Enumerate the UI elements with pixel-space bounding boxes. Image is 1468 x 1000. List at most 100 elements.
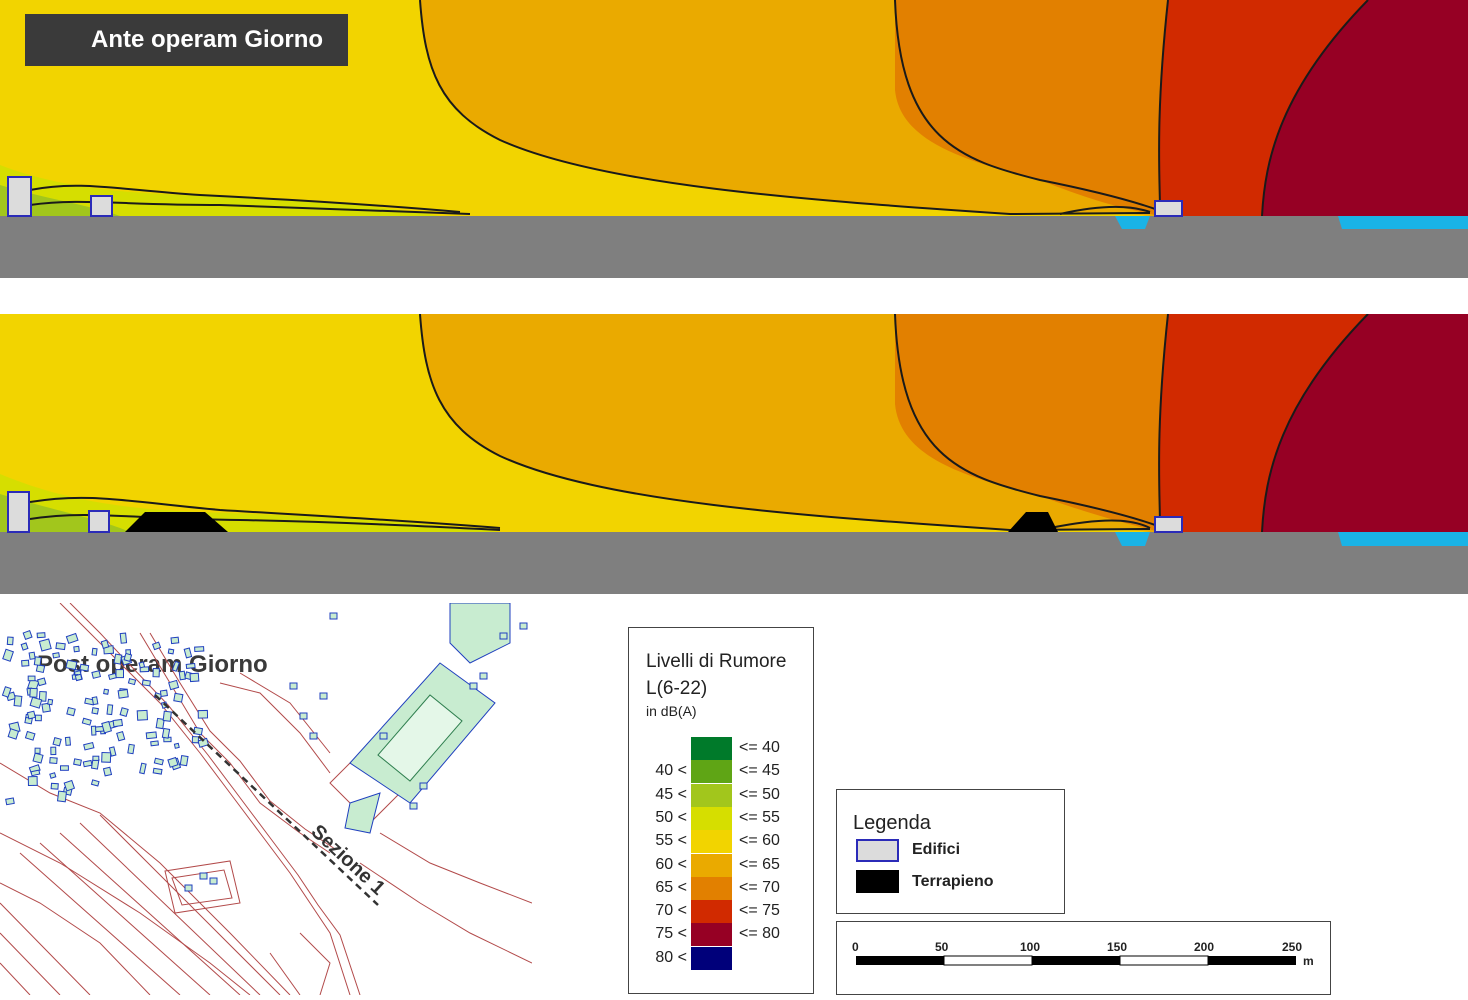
- map-building: [479, 672, 488, 680]
- map-building: [36, 677, 47, 687]
- noise-class-upper: <= 80: [739, 925, 780, 943]
- noise-class-upper: <= 75: [739, 902, 780, 920]
- map-building: [168, 679, 180, 691]
- noise-legend-title-line2: L(6-22): [646, 678, 708, 699]
- noise-class-row: 45 < <= 50: [629, 783, 815, 807]
- map-building: [189, 672, 200, 683]
- map-building: [83, 741, 95, 751]
- map-building: [171, 660, 180, 672]
- post-noise-section: [0, 314, 1468, 594]
- map-building: [66, 706, 76, 717]
- map-building: [102, 766, 113, 777]
- map-building: [91, 670, 102, 679]
- map-building: [178, 670, 186, 681]
- map-building: [60, 765, 69, 771]
- map-building: [34, 747, 41, 754]
- map-building: [127, 743, 135, 755]
- scale-bar: 0 50 100 150 200 250 m: [836, 921, 1331, 995]
- map-building: [101, 751, 112, 763]
- map-legend: Legenda Edifici Terrapieno: [836, 789, 1065, 914]
- map-building: [173, 692, 184, 703]
- map-building: [379, 732, 388, 740]
- map-building: [119, 632, 128, 644]
- noise-class-swatch: [691, 737, 732, 760]
- map-building: [65, 659, 78, 671]
- noise-class-swatch: [691, 946, 732, 970]
- noise-class-upper: <= 40: [739, 739, 780, 756]
- map-building: [152, 767, 163, 775]
- map-building: [92, 755, 100, 761]
- map-building: [2, 648, 15, 662]
- building-icon: [88, 510, 110, 533]
- map-building: [136, 709, 148, 721]
- noise-class-swatch: [691, 923, 732, 947]
- post-section-panel: Post operam Giorno: [0, 314, 1468, 692]
- noise-class-upper: <= 50: [739, 785, 780, 803]
- noise-level-legend: Livelli di Rumore L(6-22) in dB(A) <= 40…: [628, 627, 814, 994]
- map-building: [20, 642, 29, 651]
- map-building: [184, 884, 193, 892]
- map-building: [519, 622, 528, 630]
- building-icon: [1154, 200, 1183, 217]
- noise-class-swatch: [691, 876, 732, 900]
- map-building: [159, 689, 168, 698]
- noise-class-upper: <= 70: [739, 878, 780, 896]
- map-building: [194, 646, 205, 653]
- map-building: [6, 636, 14, 646]
- map-building: [32, 752, 44, 764]
- map-building: [103, 688, 110, 695]
- map-building: [33, 656, 42, 666]
- map-building: [309, 732, 318, 740]
- map-building: [82, 759, 93, 768]
- map-building: [107, 672, 118, 681]
- map-building: [49, 756, 58, 765]
- map-building: [79, 663, 90, 672]
- map-building: [49, 772, 57, 779]
- noise-class-row: <= 40: [629, 737, 815, 760]
- noise-class-lower: 75 <: [655, 925, 687, 943]
- map-building: [162, 710, 172, 722]
- noise-class-swatch: [691, 760, 732, 784]
- noise-class-upper: <= 55: [739, 808, 780, 826]
- map-building: [52, 652, 61, 659]
- noise-class-lower: 70 <: [655, 902, 687, 920]
- green-areas: [344, 603, 511, 834]
- noise-class-swatch: [691, 783, 732, 807]
- map-building: [5, 797, 15, 806]
- noise-class-row: 65 < <= 70: [629, 876, 815, 900]
- noise-legend-unit: in dB(A): [646, 703, 697, 719]
- noise-class-upper: <= 65: [739, 855, 780, 873]
- building-icon: [7, 491, 30, 533]
- noise-legend-title: Livelli di Rumore L(6-22): [646, 648, 786, 702]
- noise-class-swatch: [691, 830, 732, 854]
- map-building: [138, 661, 146, 669]
- noise-class-lower: 80 <: [655, 948, 687, 966]
- map-building: [145, 731, 158, 740]
- map-building: [38, 638, 52, 652]
- scale-bar-graphic: [856, 955, 1296, 966]
- building-icon: [7, 176, 32, 217]
- noise-class-row: 50 < <= 55: [629, 806, 815, 830]
- buildings-legend-label: Edifici: [912, 841, 961, 858]
- noise-class-upper: <= 45: [739, 762, 780, 780]
- map-building: [74, 673, 83, 682]
- map-building: [199, 872, 208, 880]
- map-building: [112, 718, 124, 728]
- map-building: [100, 639, 110, 650]
- map-building: [65, 632, 79, 645]
- map-building: [81, 717, 92, 726]
- map-building: [22, 629, 33, 641]
- map-building: [191, 736, 200, 744]
- noise-class-row: 70 < <= 75: [629, 900, 815, 924]
- map-building: [185, 662, 196, 670]
- water-channel-right: [1338, 532, 1468, 546]
- map-building: [73, 645, 80, 653]
- noise-class-swatch: [691, 806, 732, 830]
- map-building: [116, 731, 126, 742]
- map-building: [55, 642, 66, 651]
- map-building: [24, 730, 36, 741]
- map-building: [28, 651, 36, 660]
- map-building: [161, 727, 171, 739]
- map-building: [419, 782, 428, 790]
- embankment-legend-label: Terrapieno: [912, 873, 994, 890]
